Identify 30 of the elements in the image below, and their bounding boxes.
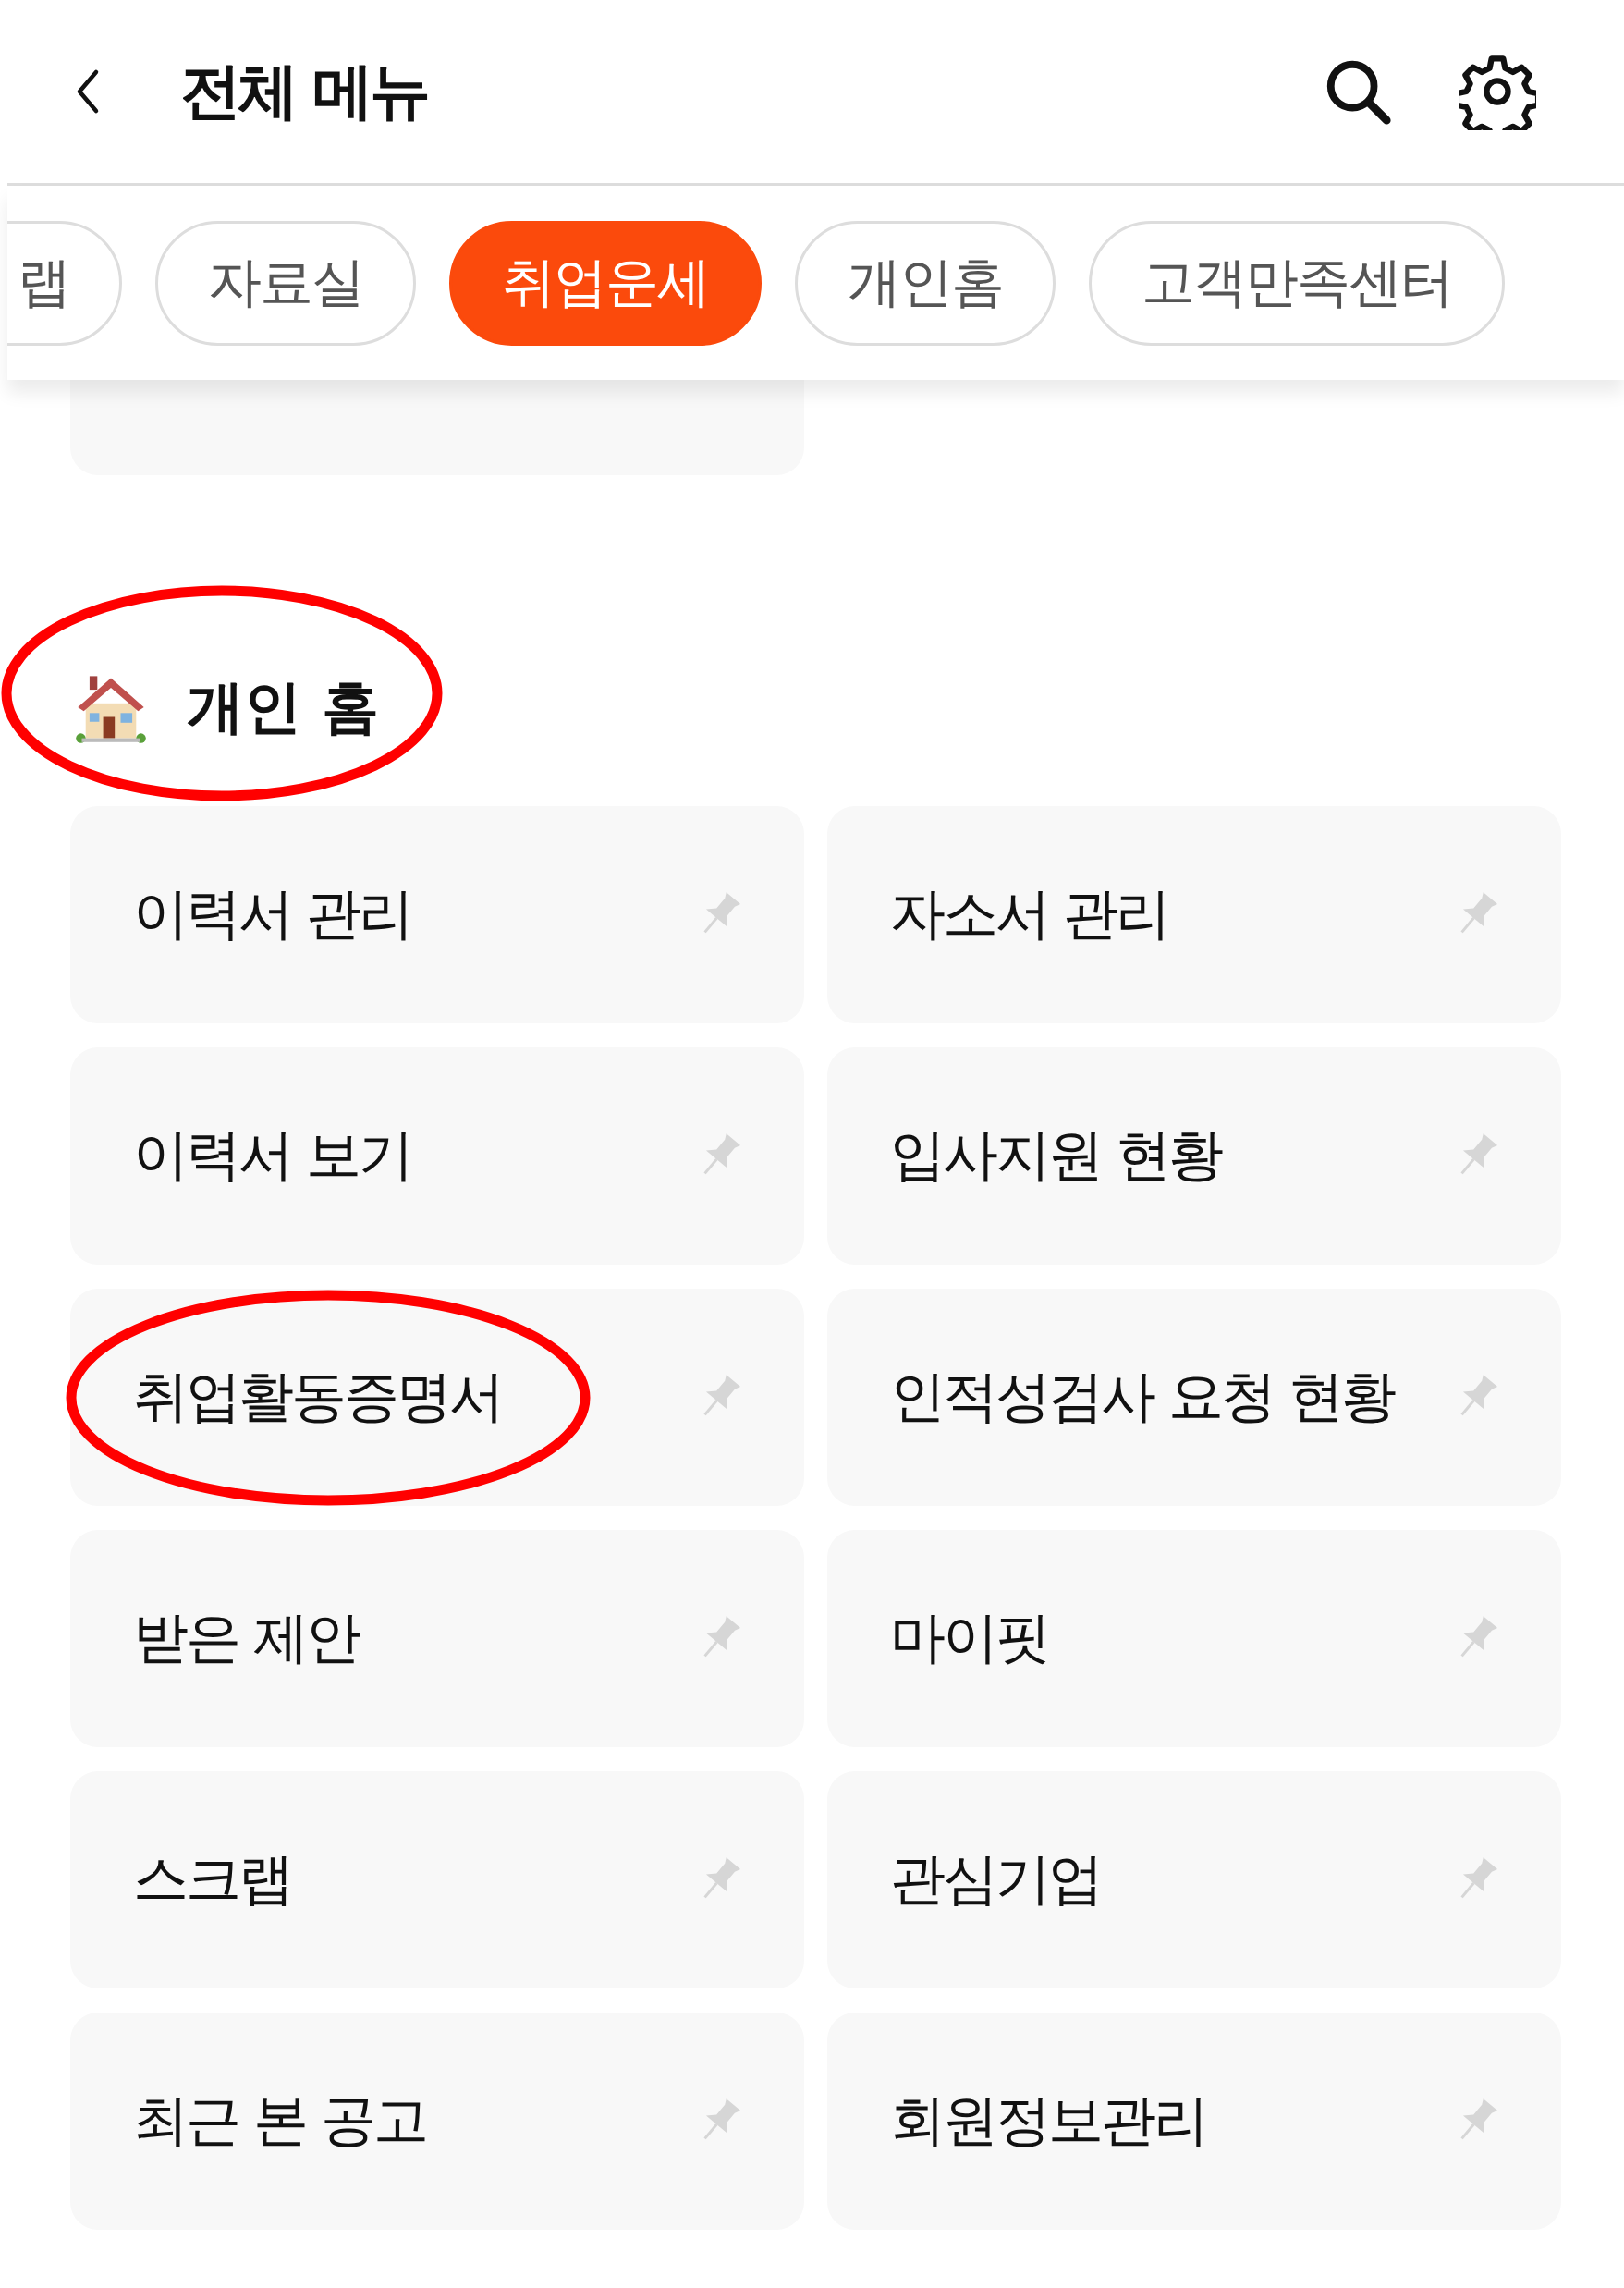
menu-item[interactable]: 관심기업 (827, 1771, 1561, 1988)
menu-item[interactable]: 회원정보관리 (827, 2013, 1561, 2230)
menu-label: 마이핏 (890, 1604, 1048, 1671)
menu-label: 최근 본 공고 (133, 2086, 427, 2154)
menu-label: 인적성검사 요청 현황 (890, 1363, 1395, 1430)
menu-item[interactable]: 인적성검사 요청 현황 (827, 1289, 1561, 1506)
category-tab[interactable]: 자료실 (155, 220, 416, 346)
menu-label: 받은 제안 (133, 1604, 360, 1671)
menu-item[interactable]: 받은 제안 (70, 1530, 804, 1747)
page-title: 전체 메뉴 (180, 55, 427, 128)
menu-item[interactable]: 스크랩 (70, 1771, 804, 1988)
settings-icon[interactable] (1459, 53, 1536, 130)
menu-label: 스크랩 (133, 1845, 291, 1913)
menu-label: 관심기업 (890, 1845, 1101, 1913)
menu-item[interactable]: 입사지원 현황 (827, 1047, 1561, 1265)
menu-item[interactable]: 최근 본 공고 (70, 2013, 804, 2230)
menu-item[interactable]: 이력서 보기 (70, 1047, 804, 1265)
menu-label: 입사지원 현황 (890, 1121, 1222, 1189)
section-title: 개인 홈 (187, 672, 379, 742)
menu-item[interactable]: 이력서 관리 (70, 806, 804, 1023)
menu-item[interactable]: 자소서 관리 (827, 806, 1561, 1023)
menu-label: 이력서 보기 (133, 1121, 412, 1189)
menu-label: 취업활동증명서 (133, 1363, 502, 1430)
category-tab[interactable]: 고객만족센터 (1089, 220, 1505, 346)
menu-label: 회원정보관리 (890, 2086, 1206, 2154)
menu-label: 이력서 관리 (133, 880, 412, 948)
category-tab[interactable]: 개인홈 (795, 220, 1056, 346)
menu-item[interactable]: 마이핏 (827, 1530, 1561, 1747)
menu-label: 자소서 관리 (890, 880, 1169, 948)
category-tab[interactable]: 랩 (7, 220, 122, 346)
